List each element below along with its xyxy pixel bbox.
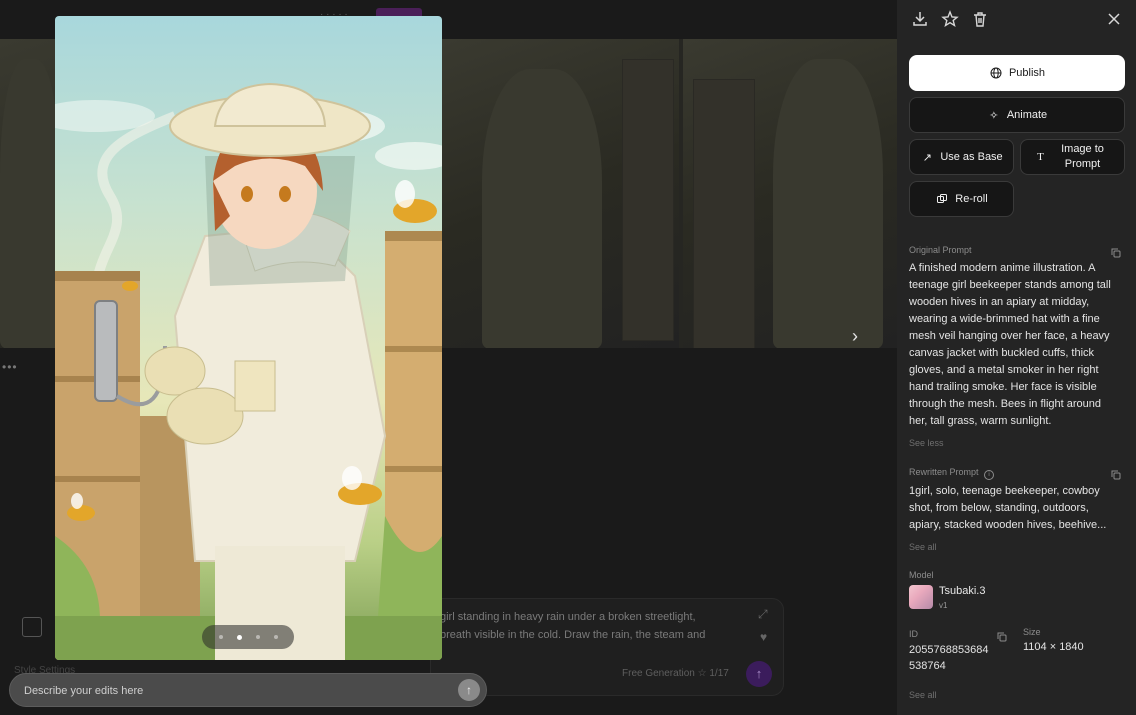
image-upload-icon[interactable] bbox=[22, 617, 42, 637]
details-panel: Publish ✧ Animate ↗ Use as Base T Image … bbox=[897, 0, 1136, 715]
free-generation-count: 1/17 bbox=[709, 668, 729, 679]
rewritten-prompt-label: Rewritten Prompt i bbox=[909, 467, 995, 480]
bg-prompt-text: girl standing in heavy rain under a brok… bbox=[440, 611, 706, 641]
use-as-base-button[interactable]: ↗ Use as Base bbox=[909, 139, 1014, 175]
id-value: 2055768853684538764 bbox=[909, 644, 989, 672]
animate-button[interactable]: ✧ Animate bbox=[909, 97, 1125, 133]
carousel-indicator bbox=[202, 625, 294, 649]
arrow-up-right-icon: ↗ bbox=[922, 151, 932, 164]
rewritten-prompt-label-text: Rewritten Prompt bbox=[909, 467, 979, 477]
carousel-dot-active[interactable] bbox=[236, 634, 242, 640]
carousel-dot[interactable] bbox=[273, 635, 278, 639]
id-label: ID bbox=[909, 629, 918, 639]
bg-image-tile[interactable] bbox=[683, 39, 897, 348]
size-value: 1104 × 1840 bbox=[1023, 641, 1084, 653]
free-generation-label: Free Generation ☆ 1/17 bbox=[622, 668, 729, 679]
image-to-prompt-button[interactable]: T Image to Prompt bbox=[1020, 139, 1125, 175]
original-prompt-text: A finished modern anime illustration. A … bbox=[909, 262, 1111, 427]
reroll-label: Re-roll bbox=[955, 193, 988, 205]
original-prompt-label: Original Prompt bbox=[909, 245, 972, 255]
copy-icon[interactable] bbox=[997, 629, 1007, 642]
see-less-link[interactable]: See less bbox=[909, 438, 944, 448]
carousel-dot[interactable] bbox=[218, 635, 223, 639]
edit-bar: ↑ bbox=[9, 673, 487, 708]
preview-image[interactable] bbox=[55, 16, 442, 660]
sparkle-icon: ✧ bbox=[989, 109, 999, 122]
model-avatar bbox=[909, 585, 933, 609]
more-icon[interactable]: ••• bbox=[2, 360, 18, 374]
edit-input[interactable] bbox=[22, 674, 446, 708]
download-icon[interactable] bbox=[911, 10, 931, 30]
bg-image-tile[interactable] bbox=[442, 39, 679, 348]
model-version: v1 bbox=[939, 601, 948, 610]
animate-label: Animate bbox=[1006, 109, 1048, 121]
publish-button[interactable]: Publish bbox=[909, 55, 1125, 91]
copy-icon[interactable] bbox=[1111, 245, 1121, 258]
see-all-link[interactable]: See all bbox=[909, 542, 937, 552]
lightning-icon: ☆ bbox=[697, 668, 707, 679]
image-to-prompt-label: Image to Prompt bbox=[1061, 143, 1104, 170]
edit-send-button[interactable]: ↑ bbox=[458, 679, 480, 701]
next-arrow-icon[interactable]: › bbox=[852, 326, 868, 346]
carousel-dot[interactable] bbox=[255, 635, 260, 639]
size-label: Size bbox=[1023, 627, 1041, 637]
reroll-button[interactable]: Re-roll bbox=[909, 181, 1014, 217]
rewritten-prompt-text: 1girl, solo, teenage beekeeper, cowboy s… bbox=[909, 485, 1107, 531]
bg-send-button[interactable]: ↑ bbox=[746, 661, 772, 687]
copy-icon[interactable] bbox=[1111, 467, 1121, 480]
publish-label: Publish bbox=[1008, 67, 1046, 79]
trash-icon[interactable] bbox=[971, 10, 991, 30]
text-icon: T bbox=[1037, 151, 1044, 163]
heart-icon[interactable]: ♥ bbox=[760, 630, 767, 644]
model-name[interactable]: Tsubaki.3 bbox=[939, 585, 985, 597]
use-as-base-label: Use as Base bbox=[940, 151, 1003, 163]
beekeeper-illustration bbox=[55, 82, 442, 660]
see-all-details-link[interactable]: See all bbox=[909, 690, 937, 700]
model-label: Model bbox=[909, 570, 934, 580]
expand-icon[interactable]: ⤢ bbox=[758, 607, 768, 622]
globe-icon bbox=[989, 66, 1003, 80]
info-icon[interactable]: i bbox=[984, 470, 995, 480]
dice-icon bbox=[935, 192, 949, 206]
star-icon[interactable] bbox=[941, 10, 961, 30]
free-generation-text: Free Generation bbox=[622, 668, 695, 679]
close-icon[interactable] bbox=[1105, 10, 1125, 30]
